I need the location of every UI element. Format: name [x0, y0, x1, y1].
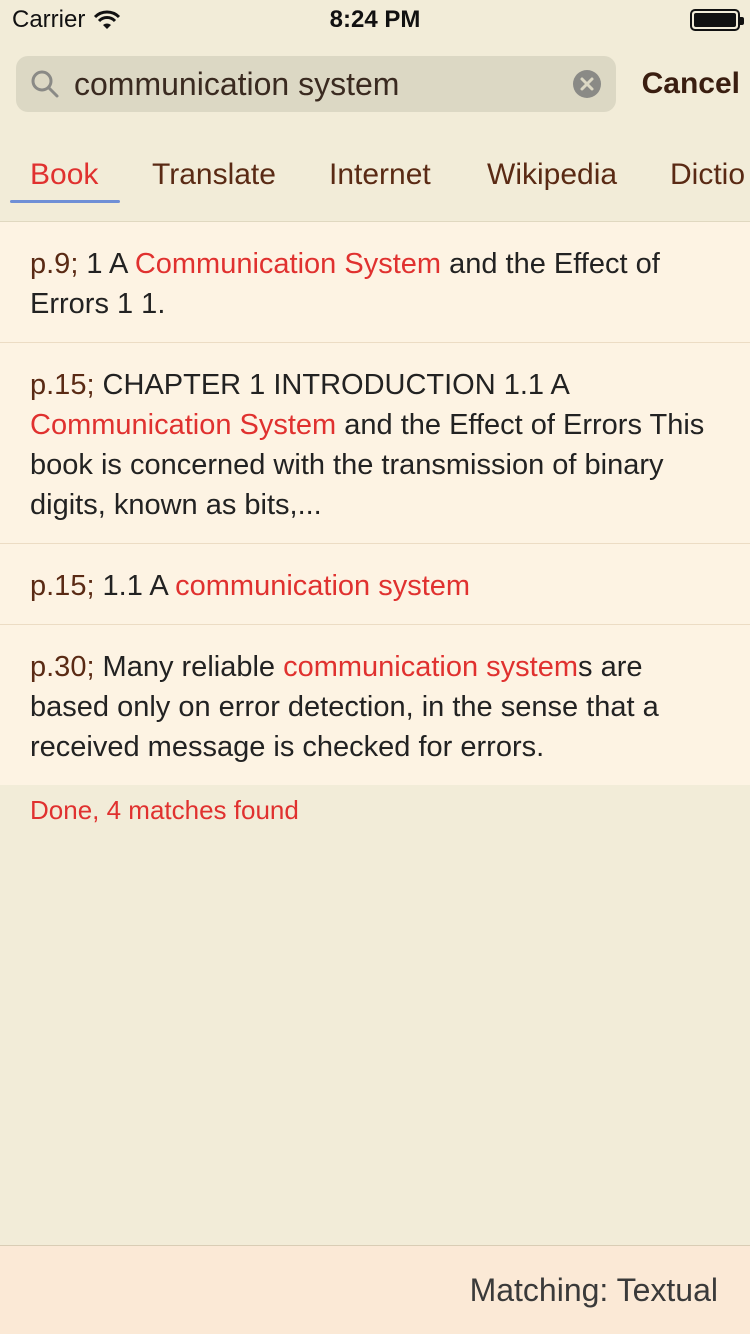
status-left: Carrier [12, 6, 121, 34]
search-input[interactable] [74, 65, 572, 103]
tab-book[interactable]: Book [30, 158, 98, 192]
matching-mode-button[interactable]: Matching: Textual [470, 1272, 718, 1309]
result-match: communication system [175, 570, 471, 602]
list-item[interactable]: p.15; 1.1 A communication system [0, 544, 750, 625]
cancel-button[interactable]: Cancel [642, 67, 740, 101]
list-item[interactable]: p.15; CHAPTER 1 INTRODUCTION 1.1 A Commu… [0, 343, 750, 544]
result-page: p.30; [30, 651, 95, 683]
tab-internet[interactable]: Internet [329, 158, 431, 192]
result-page: p.15; [30, 570, 95, 602]
bottom-toolbar: Matching: Textual [0, 1245, 750, 1334]
result-page: p.9; [30, 248, 79, 280]
search-box[interactable] [16, 56, 616, 112]
result-page: p.15; [30, 369, 95, 401]
result-match: communication system [283, 651, 579, 683]
list-item[interactable]: p.9; 1 A Communication System and the Ef… [0, 222, 750, 343]
search-icon [31, 70, 59, 98]
result-text-before: 1 A [78, 248, 135, 280]
wifi-icon [94, 10, 121, 29]
active-tab-indicator [10, 200, 120, 203]
result-match: Communication System [134, 248, 442, 280]
tab-dictionary[interactable]: Dictio [670, 158, 745, 192]
list-item[interactable]: p.30; Many reliable communication system… [0, 625, 750, 785]
result-text-before: CHAPTER 1 INTRODUCTION 1.1 A [94, 369, 569, 401]
result-match: Communication System [30, 409, 337, 441]
tab-wikipedia[interactable]: Wikipedia [487, 158, 617, 192]
search-status: Done, 4 matches found [30, 795, 299, 825]
status-bar: Carrier 8:24 PM [0, 0, 750, 40]
carrier-label: Carrier [12, 6, 86, 33]
source-tabs: Book Translate Internet Wikipedia Dictio [0, 150, 750, 220]
result-text-before: Many reliable [94, 651, 284, 683]
results-list: p.9; 1 A Communication System and the Ef… [0, 222, 750, 785]
battery-icon [690, 9, 744, 31]
result-text-before: 1.1 A [94, 570, 176, 602]
search-row: Cancel [16, 56, 740, 112]
clear-icon[interactable] [572, 69, 602, 99]
tab-translate[interactable]: Translate [152, 158, 276, 192]
